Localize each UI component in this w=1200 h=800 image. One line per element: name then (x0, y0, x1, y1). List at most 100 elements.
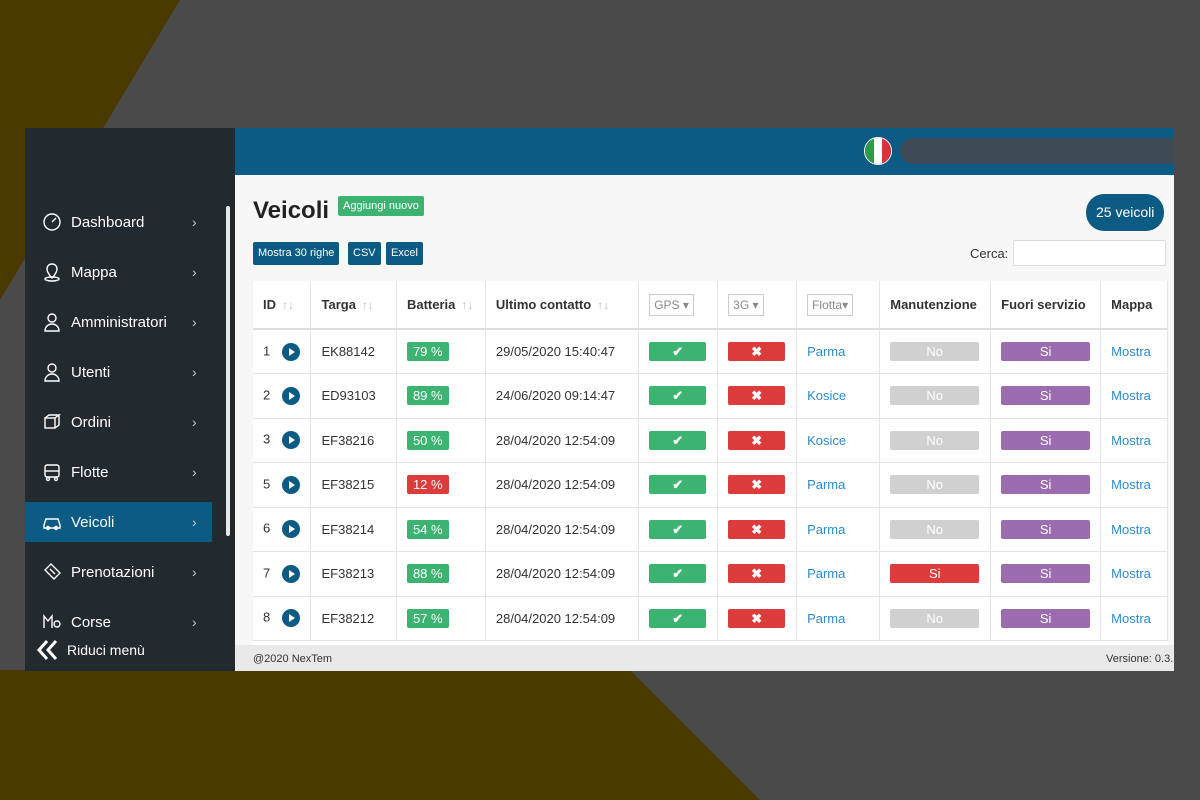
show-map-link[interactable]: Mostra (1111, 522, 1151, 537)
route-icon (41, 611, 63, 633)
footer-version: Versione: 0.3. (1106, 653, 1174, 665)
fuori-servizio-toggle[interactable]: Si (1001, 564, 1091, 584)
chevron-right-icon: › (192, 614, 197, 630)
italian-flag-icon[interactable] (864, 137, 892, 165)
show-map-link[interactable]: Mostra (1111, 433, 1151, 448)
col-header-batteria[interactable]: Batteria ↑↓ (396, 281, 486, 330)
col-header-3g[interactable]: 3G ▾ (717, 281, 798, 330)
col-header-ultimo-contatto[interactable]: Ultimo contatto ↑↓ (485, 281, 640, 330)
cell-3g: ✖ (717, 596, 798, 641)
battery-badge: 50 % (406, 430, 449, 450)
col-header-flotta[interactable]: Flotta▾ (796, 281, 881, 330)
chevron-right-icon: › (192, 314, 197, 330)
table-row: 8 EF38212 57 % 28/04/2020 12:54:09 ✔ ✖ Parma No… (253, 596, 1168, 641)
manutenzione-toggle[interactable]: No (890, 430, 980, 450)
user-menu[interactable] (900, 138, 1174, 164)
play-icon[interactable] (282, 475, 301, 494)
show-map-link[interactable]: Mostra (1111, 344, 1151, 359)
gps-filter-select[interactable]: GPS ▾ (649, 293, 694, 316)
manutenzione-toggle[interactable]: No (890, 475, 980, 495)
cell-flotta: Kosice (796, 373, 881, 419)
col-header-id[interactable]: ID ↑↓ (253, 281, 312, 330)
sidebar: Dashboard › Mappa › Amministratori › Utenti › Or… (25, 128, 235, 671)
sort-icon[interactable]: ↑↓ (597, 298, 609, 312)
sidebar-item-mappa[interactable]: Mappa › (25, 252, 212, 292)
flotta-link[interactable]: Parma (807, 611, 845, 626)
cell-manutenzione: No (879, 329, 992, 374)
cell-targa: EF38215 (310, 462, 397, 508)
play-icon[interactable] (282, 520, 301, 539)
sidebar-item-amministratori[interactable]: Amministratori › (25, 302, 212, 342)
cross-icon: ✖ (728, 519, 786, 539)
csv-button[interactable]: CSV (348, 242, 381, 265)
fuori-servizio-toggle[interactable]: Si (1001, 430, 1091, 450)
collapse-menu-button[interactable]: Riduci menù (35, 638, 145, 662)
sidebar-item-ordini[interactable]: Ordini › (25, 402, 212, 442)
flotta-link[interactable]: Kosice (807, 433, 846, 448)
sidebar-item-corse[interactable]: Corse › (25, 602, 212, 642)
flotta-link[interactable]: Parma (807, 344, 845, 359)
col-header-gps[interactable]: GPS ▾ (638, 281, 719, 330)
flotta-link[interactable]: Parma (807, 522, 845, 537)
sidebar-item-dashboard[interactable]: Dashboard › (25, 202, 212, 242)
col-header-targa[interactable]: Targa ↑↓ (310, 281, 397, 330)
search-input[interactable] (1013, 240, 1166, 266)
cell-targa: EF38212 (310, 596, 397, 641)
fuori-servizio-toggle[interactable]: Si (1001, 519, 1091, 539)
manutenzione-toggle[interactable]: No (890, 342, 980, 361)
table-row: 7 EF38213 88 % 28/04/2020 12:54:09 ✔ ✖ Parma Si… (253, 551, 1168, 597)
sidebar-item-veicoli[interactable]: Veicoli › (25, 502, 212, 542)
cell-mappa: Mostra (1100, 373, 1168, 419)
excel-button[interactable]: Excel (386, 242, 423, 265)
double-chevron-left-icon (36, 640, 58, 660)
sidebar-item-prenotazioni[interactable]: Prenotazioni › (25, 552, 212, 592)
app-window: Dashboard › Mappa › Amministratori › Utenti › Or… (25, 128, 1174, 671)
chevron-right-icon: › (192, 414, 197, 430)
play-icon[interactable] (282, 564, 301, 583)
fuori-servizio-toggle[interactable]: Si (1001, 608, 1091, 628)
show-rows-button[interactable]: Mostra 30 righe (253, 242, 340, 265)
play-icon[interactable] (282, 342, 301, 361)
cell-flotta: Parma (796, 329, 881, 374)
show-map-link[interactable]: Mostra (1111, 388, 1151, 403)
cross-icon: ✖ (728, 475, 786, 495)
sort-icon[interactable]: ↑↓ (282, 298, 294, 312)
col-header-manutenzione: Manutenzione (879, 281, 992, 330)
cell-gps: ✔ (638, 596, 719, 641)
flotta-filter-select[interactable]: Flotta▾ (807, 293, 854, 316)
manutenzione-toggle[interactable]: No (890, 519, 980, 539)
cell-gps: ✔ (638, 329, 719, 374)
play-icon[interactable] (282, 431, 301, 450)
cell-flotta: Kosice (796, 418, 881, 463)
flotta-link[interactable]: Kosice (807, 388, 846, 403)
manutenzione-toggle[interactable]: No (890, 608, 980, 628)
check-icon: ✔ (649, 519, 707, 539)
fuori-servizio-toggle[interactable]: Si (1001, 342, 1091, 361)
cell-batteria: 54 % (396, 507, 486, 552)
cell-manutenzione: No (879, 462, 992, 508)
flotta-link[interactable]: Parma (807, 477, 845, 492)
fuori-servizio-toggle[interactable]: Si (1001, 475, 1091, 495)
sidebar-item-label: Flotte (71, 463, 109, 481)
show-map-link[interactable]: Mostra (1111, 611, 1151, 626)
sort-icon[interactable]: ↑↓ (461, 298, 473, 312)
show-map-link[interactable]: Mostra (1111, 477, 1151, 492)
boxes-icon (41, 411, 63, 433)
cell-id: 1 (253, 329, 312, 374)
manutenzione-toggle[interactable]: No (890, 386, 980, 406)
show-map-link[interactable]: Mostra (1111, 566, 1151, 581)
flotta-link[interactable]: Parma (807, 566, 845, 581)
fuori-servizio-toggle[interactable]: Si (1001, 386, 1091, 406)
play-icon[interactable] (282, 386, 301, 405)
sort-icon[interactable]: ↑↓ (362, 298, 374, 312)
manutenzione-toggle[interactable]: Si (890, 564, 980, 584)
cell-manutenzione: No (879, 507, 992, 552)
3g-filter-select[interactable]: 3G ▾ (728, 293, 764, 316)
sidebar-item-flotte[interactable]: Flotte › (25, 452, 212, 492)
sidebar-scrollbar[interactable] (226, 206, 230, 536)
play-icon[interactable] (282, 609, 301, 628)
table-row: 5 EF38215 12 % 28/04/2020 12:54:09 ✔ ✖ Parma No… (253, 462, 1168, 508)
sidebar-item-utenti[interactable]: Utenti › (25, 352, 212, 392)
add-new-button[interactable]: Aggiungi nuovo (338, 196, 424, 216)
sidebar-item-label: Amministratori (71, 313, 167, 331)
